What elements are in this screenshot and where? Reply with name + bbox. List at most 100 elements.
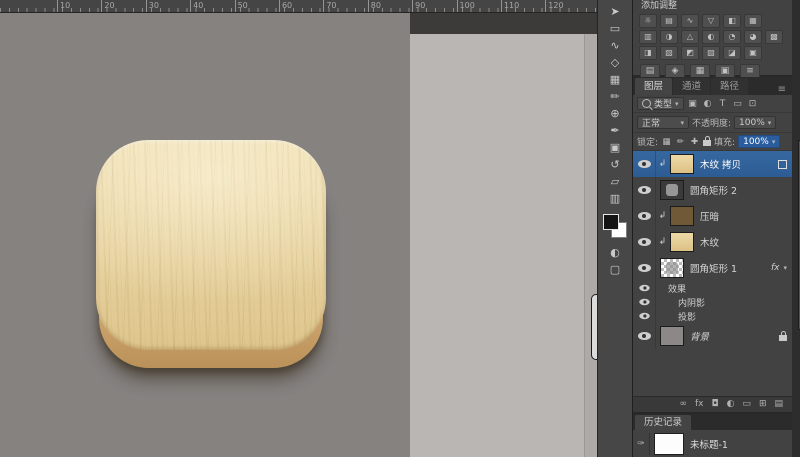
lock-image-icon[interactable]: ✏	[675, 137, 686, 147]
drop-shadow-effect-row[interactable]: 投影	[633, 309, 792, 323]
adjustments-row-3: ◨▧◩▨◪▣	[633, 45, 792, 61]
color-swatches[interactable]	[602, 213, 628, 239]
inner-shadow-effect-row[interactable]: 内阴影	[633, 295, 792, 309]
panels-scrollbar[interactable]	[792, 0, 800, 457]
visibility-toggle[interactable]	[633, 229, 656, 255]
layers-action-icon[interactable]: ▭	[742, 397, 751, 412]
tool-button[interactable]: ◇	[602, 54, 628, 71]
adjustment-icon[interactable]: ▩	[765, 30, 783, 44]
tool-button[interactable]: ✒	[602, 122, 628, 139]
layer-filter-row: 类型 ▾ ▣ ◐ T ▭ ⊡	[633, 95, 792, 113]
adjustment-icon[interactable]: △	[681, 30, 699, 44]
tool-button[interactable]: ◐	[602, 244, 628, 261]
adjustment-icon[interactable]: ▦	[744, 14, 762, 28]
wood-icon-artwork	[96, 140, 326, 368]
adjustments-panel: 添加调整 ☼▤∿▽◧▦ ▥◑△◐◔◕▩ ◨▧◩▨◪▣ ▤◈▦▣≡	[633, 0, 792, 75]
horizontal-ruler[interactable]: 102030405060708090100110120	[0, 0, 597, 13]
lock-transparency-icon[interactable]: ▦	[661, 137, 672, 147]
filter-type-layers-icon[interactable]: T	[717, 99, 729, 109]
tool-button[interactable]: ▥	[602, 190, 628, 207]
filter-smart-object-icon[interactable]: ⊡	[747, 99, 759, 109]
lock-all-icon[interactable]	[703, 140, 711, 146]
adjustment-icon[interactable]: ◕	[744, 30, 762, 44]
layer-row[interactable]: ↳ 木纹 拷贝	[633, 151, 792, 177]
tool-button[interactable]: ➤	[602, 3, 628, 20]
layers-action-icon[interactable]: ◐	[727, 397, 735, 412]
visibility-toggle[interactable]	[633, 177, 656, 203]
adjustment-icon[interactable]: ▧	[660, 46, 678, 60]
layer-thumbnail[interactable]	[670, 206, 694, 226]
layers-action-icon[interactable]: ⊞	[759, 397, 767, 412]
layer-thumbnail[interactable]	[660, 180, 684, 200]
visibility-toggle[interactable]	[633, 309, 656, 323]
layer-row[interactable]: ↳ 木纹	[633, 229, 792, 255]
blend-row: 正常 ▾ 不透明度: 100% ▾	[633, 113, 792, 133]
chevron-down-icon[interactable]: ▾	[783, 264, 787, 272]
tab-layers[interactable]: 图层	[635, 78, 672, 95]
filter-pixel-layers-icon[interactable]: ▣	[687, 99, 699, 109]
filter-type-select[interactable]: 类型 ▾	[637, 97, 684, 110]
tool-button[interactable]: ▣	[602, 139, 628, 156]
visibility-toggle[interactable]	[633, 151, 656, 177]
opacity-value[interactable]: 100% ▾	[734, 116, 776, 129]
history-entry-name: 未标题-1	[690, 437, 728, 451]
adjustment-icon[interactable]: ◔	[723, 30, 741, 44]
adjustment-icon[interactable]: ◐	[702, 30, 720, 44]
visibility-toggle[interactable]	[633, 255, 656, 281]
layer-row[interactable]: 圆角矩形 2	[633, 177, 792, 203]
tab-history[interactable]: 历史记录	[635, 415, 691, 430]
adjustment-icon[interactable]: ◪	[723, 46, 741, 60]
tool-button[interactable]: ▢	[602, 261, 628, 278]
tool-button[interactable]: ▱	[602, 173, 628, 190]
visibility-toggle[interactable]	[633, 323, 656, 349]
layer-row[interactable]: 圆角矩形 1 fx ▾	[633, 255, 792, 281]
adjustment-icon[interactable]: ▤	[660, 14, 678, 28]
filter-shape-layers-icon[interactable]: ▭	[732, 99, 744, 109]
layers-action-icon[interactable]: ∞	[679, 397, 687, 412]
tab-paths[interactable]: 路径	[711, 78, 748, 95]
history-snapshot-thumbnail[interactable]	[654, 433, 684, 455]
history-brush-source-cell[interactable]: ✑	[633, 433, 650, 455]
lock-position-icon[interactable]: ✚	[689, 137, 700, 147]
adjustment-icon[interactable]: ◩	[681, 46, 699, 60]
eye-icon	[639, 313, 649, 319]
tool-button[interactable]: ▦	[602, 71, 628, 88]
layer-thumbnail[interactable]	[660, 326, 684, 346]
adjustment-icon[interactable]: ▨	[702, 46, 720, 60]
layers-action-icon[interactable]: ▤	[774, 397, 783, 412]
adjustment-icon[interactable]: ☼	[639, 14, 657, 28]
adjustment-icon[interactable]: ◨	[639, 46, 657, 60]
adjustment-icon[interactable]: ▣	[744, 46, 762, 60]
layers-action-icon[interactable]: fx	[695, 397, 704, 412]
tool-button[interactable]: ▭	[602, 20, 628, 37]
tab-channels[interactable]: 通道	[673, 78, 710, 95]
adjustment-icon[interactable]: ▥	[639, 30, 657, 44]
canvas-vertical-scrollbar[interactable]	[584, 34, 597, 457]
pasteboard	[410, 34, 597, 457]
layer-row[interactable]: ↳ 压暗	[633, 203, 792, 229]
adjustment-icon[interactable]: ◑	[660, 30, 678, 44]
effects-row[interactable]: 效果	[633, 281, 792, 295]
tool-button[interactable]: ∿	[602, 37, 628, 54]
layer-thumbnail[interactable]	[670, 232, 694, 252]
visibility-toggle[interactable]	[633, 281, 656, 295]
tool-button[interactable]: ⊕	[602, 105, 628, 122]
foreground-color-swatch[interactable]	[603, 214, 619, 230]
visibility-toggle[interactable]	[633, 203, 656, 229]
layer-thumbnail[interactable]	[670, 154, 694, 174]
adjustment-icon[interactable]: ▽	[702, 14, 720, 28]
filter-adjustment-layers-icon[interactable]: ◐	[702, 99, 714, 109]
adjustment-icon[interactable]: ∿	[681, 14, 699, 28]
fx-badge[interactable]: fx	[771, 263, 780, 273]
visibility-toggle[interactable]	[633, 295, 656, 309]
tool-button[interactable]: ✏	[602, 88, 628, 105]
layer-row-background[interactable]: 背景	[633, 323, 792, 349]
canvas[interactable]	[0, 13, 410, 457]
layer-thumbnail[interactable]	[660, 258, 684, 278]
layers-action-icon[interactable]: ◘	[711, 397, 718, 412]
tool-button[interactable]: ↺	[602, 156, 628, 173]
adjustment-icon[interactable]: ◧	[723, 14, 741, 28]
panel-menu-icon[interactable]: ≡	[778, 84, 792, 95]
blend-mode-select[interactable]: 正常 ▾	[637, 116, 689, 129]
fill-value[interactable]: 100% ▾	[738, 135, 780, 148]
